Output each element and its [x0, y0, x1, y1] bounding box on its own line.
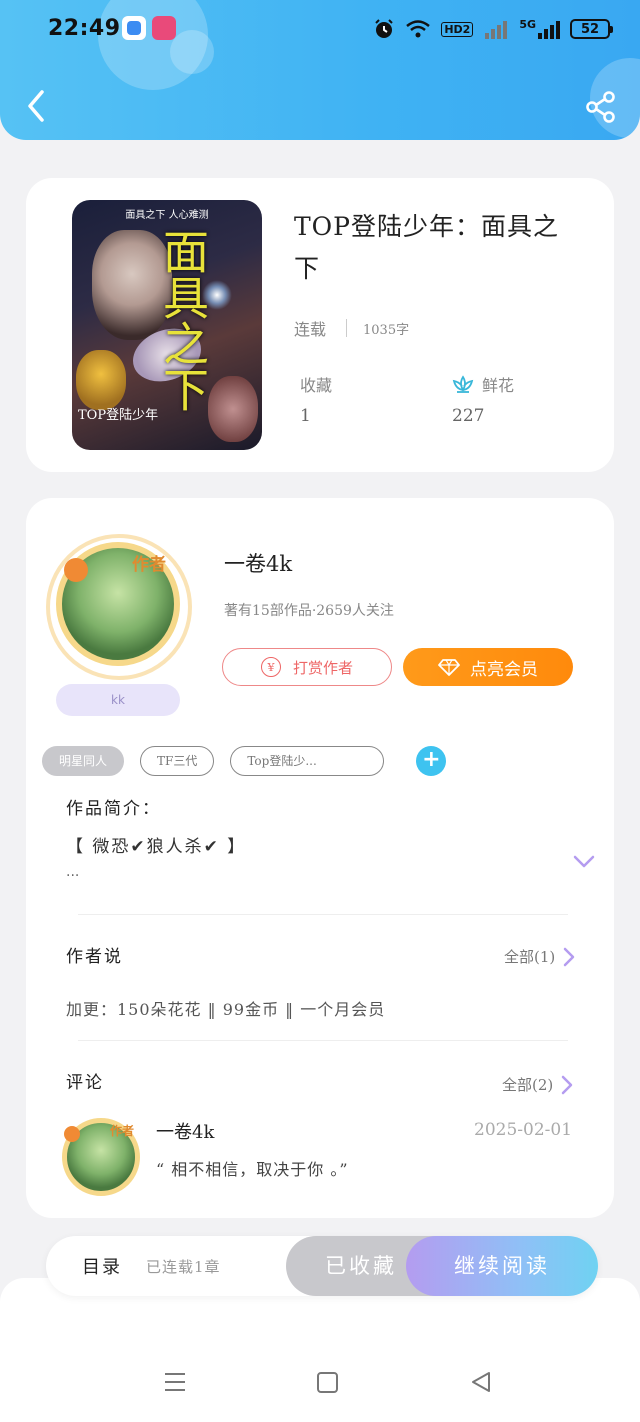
book-info-card: 面具之下 人心难测 面具之下 TOP登陆少年 TOP登陆少年：面具之下 连载 1… [26, 178, 614, 472]
book-status-row: 连载 1035字 [294, 316, 409, 340]
continue-reading-button[interactable]: 继续阅读 [406, 1236, 598, 1296]
reward-author-button[interactable]: ¥ 打赏作者 [222, 648, 392, 686]
reward-label: 打赏作者 [292, 658, 353, 677]
author-note-see-all[interactable]: 全部(1) [504, 946, 575, 967]
author-note-title: 作者说 [66, 947, 123, 967]
share-button[interactable] [584, 90, 618, 124]
flowers-stat: 鲜花 227 [452, 372, 514, 426]
battery-icon: 52 [570, 19, 613, 39]
comment-author-badge: 作者 [110, 1124, 135, 1138]
favorites-label: 收藏 [300, 376, 333, 395]
network-badge: HD2 [441, 21, 474, 37]
flowers-label: 鲜花 [482, 376, 515, 395]
diamond-icon [438, 659, 460, 676]
alarm-icon [375, 19, 394, 38]
comment-date: 2025-02-01 [474, 1120, 573, 1140]
home-icon[interactable] [317, 1372, 338, 1393]
status-bar: 22:49 HD2 5G 52 [0, 0, 640, 58]
signal-icon [485, 21, 508, 39]
system-nav-bar [0, 1352, 640, 1412]
menu-icon[interactable] [164, 1372, 186, 1392]
intro-title: 作品简介： [66, 799, 161, 819]
favorites-value: 1 [300, 406, 311, 426]
cover-series: TOP登陆少年 [78, 408, 159, 423]
lotus-icon [452, 375, 474, 393]
status-indicators: HD2 5G 52 [373, 16, 613, 42]
catalog-button[interactable]: 目录 [82, 1253, 122, 1279]
action-bar: 目录 已连载1章 已收藏 继续阅读 [46, 1236, 598, 1296]
vip-label: 点亮会员 [470, 659, 538, 680]
cover-title: 面具之下 [156, 228, 210, 412]
expand-button[interactable] [572, 854, 596, 870]
header: 22:49 HD2 5G 52 [0, 0, 640, 140]
vip-button[interactable]: 点亮会员 [403, 648, 573, 686]
coin-icon: ¥ [260, 657, 281, 677]
app-notification-icon [152, 16, 176, 40]
add-tag-button[interactable]: + [416, 746, 447, 776]
wifi-icon [406, 20, 431, 38]
comments-title: 评论 [66, 1073, 104, 1093]
comments-see-all[interactable]: 全部(2) [502, 1074, 573, 1095]
cover-art [208, 376, 258, 442]
comment-text: “ 相不相信，取决于你 。” [156, 1160, 349, 1179]
author-card: 作者 kk 一卷4k 著有15部作品·2659人关注 ¥ 打赏作者 点亮会员 明… [26, 498, 614, 1218]
author-pill: kk [56, 684, 180, 716]
author-note-body: 加更：150朵花花 ‖ 99金币 ‖ 一个月会员 [66, 1000, 386, 1019]
comment-username[interactable]: 一卷4k [156, 1118, 214, 1144]
flowers-label-row: 鲜花 [452, 372, 514, 396]
flowers-value: 227 [452, 406, 485, 426]
tag-list: 明星同人 TF三代 Top登陆少... + [42, 746, 447, 776]
book-title: TOP登陆少年：面具之下 [294, 212, 559, 283]
back-button[interactable] [22, 88, 50, 124]
avatar-decor [64, 1126, 80, 1142]
intro-ellipsis: ... [66, 864, 80, 880]
book-cover[interactable]: 面具之下 人心难测 面具之下 TOP登陆少年 [72, 200, 262, 450]
status-time: 22:49 [48, 16, 121, 41]
tag-item[interactable]: TF三代 [140, 746, 215, 776]
see-all-label: 全部(2) [502, 1076, 554, 1094]
cover-tagline: 面具之下 人心难测 [125, 210, 209, 221]
tag-item[interactable]: 明星同人 [42, 746, 125, 776]
author-meta: 著有15部作品·2659人关注 [224, 603, 394, 619]
intro-body: 【 微恐✔狼人杀✔ 】 [66, 837, 247, 857]
nav-back-icon[interactable] [469, 1370, 493, 1394]
signal-icon [538, 21, 560, 39]
chevron-right-icon [564, 947, 575, 966]
book-status: 连载 [294, 320, 327, 339]
favorites-stat: 收藏 1 [300, 372, 332, 426]
tag-item[interactable]: Top登陆少... [230, 746, 385, 776]
catalog-chapters: 已连载1章 [146, 1258, 221, 1276]
author-badge: 作者 [132, 555, 166, 575]
word-count: 1035字 [363, 322, 410, 338]
app-notification-icon [122, 16, 146, 40]
divider [78, 1040, 568, 1041]
author-name[interactable]: 一卷4k [224, 548, 292, 578]
cover-art [76, 350, 126, 410]
see-all-label: 全部(1) [504, 948, 556, 966]
signal-type: 5G [519, 17, 536, 31]
chevron-right-icon [562, 1075, 573, 1094]
avatar-decor [64, 558, 88, 582]
divider [346, 319, 348, 337]
divider [78, 914, 568, 915]
